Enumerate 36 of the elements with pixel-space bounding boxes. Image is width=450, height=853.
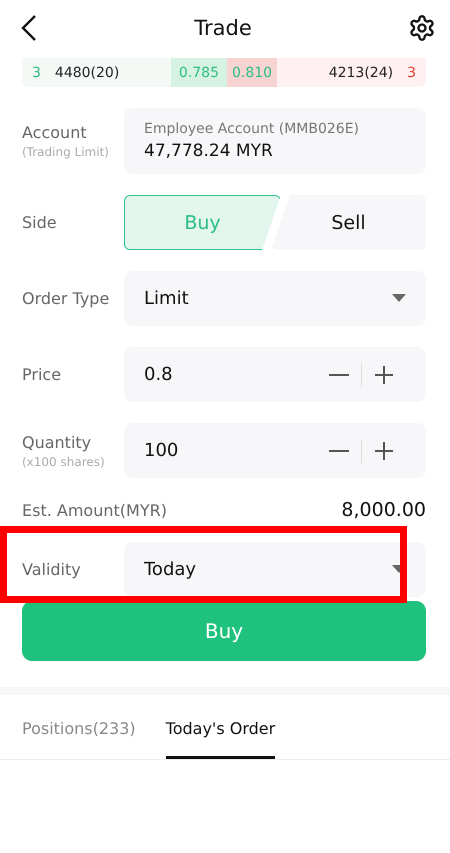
minus-icon [329, 450, 349, 452]
ask-volume: 4213(24) [328, 64, 394, 80]
ask-level: 3 [407, 64, 416, 80]
field-label: Price [22, 365, 62, 384]
field-label: Order Type [22, 289, 110, 308]
settings-button[interactable] [408, 14, 436, 42]
tab[interactable]: Positions(233) [22, 703, 136, 759]
settings-icon [408, 14, 436, 42]
ask-price: 0.810 [232, 64, 272, 80]
account-balance: 47,778.24 MYR [144, 141, 274, 161]
field-label: Validity [22, 560, 82, 579]
minus-icon [329, 374, 349, 376]
field-sublabel: (Trading Limit) [22, 145, 110, 159]
back-icon [20, 14, 38, 42]
field-label: Account [22, 123, 88, 142]
field-sublabel: (x100 shares) [22, 454, 106, 468]
tab[interactable]: Today's Order [166, 703, 276, 759]
select-value: Limit [144, 288, 190, 309]
amount-value: 8,000.00 [340, 499, 426, 521]
field-label: Side [22, 213, 58, 232]
plus-icon [374, 364, 394, 384]
caret-icon [392, 294, 406, 303]
select-field[interactable]: Limit [124, 271, 426, 326]
select-value: Today [144, 559, 198, 580]
select-field[interactable]: Today [124, 542, 426, 597]
field-label: Quantity [22, 432, 92, 452]
account-field[interactable]: Employee Account (MMB026E) 47,778.24 MYR [124, 108, 426, 174]
page-title: Trade [194, 16, 252, 40]
account-name: Employee Account (MMB026E) [144, 121, 360, 137]
side-option[interactable]: Sell [271, 195, 426, 250]
plus-icon [374, 440, 394, 460]
bid-level: 3 [32, 64, 41, 80]
bid-price: 0.785 [178, 64, 219, 80]
field-label: Est. Amount(MYR) [22, 500, 167, 520]
back-button[interactable] [20, 14, 38, 42]
bid-volume: 4480(20) [54, 64, 120, 80]
